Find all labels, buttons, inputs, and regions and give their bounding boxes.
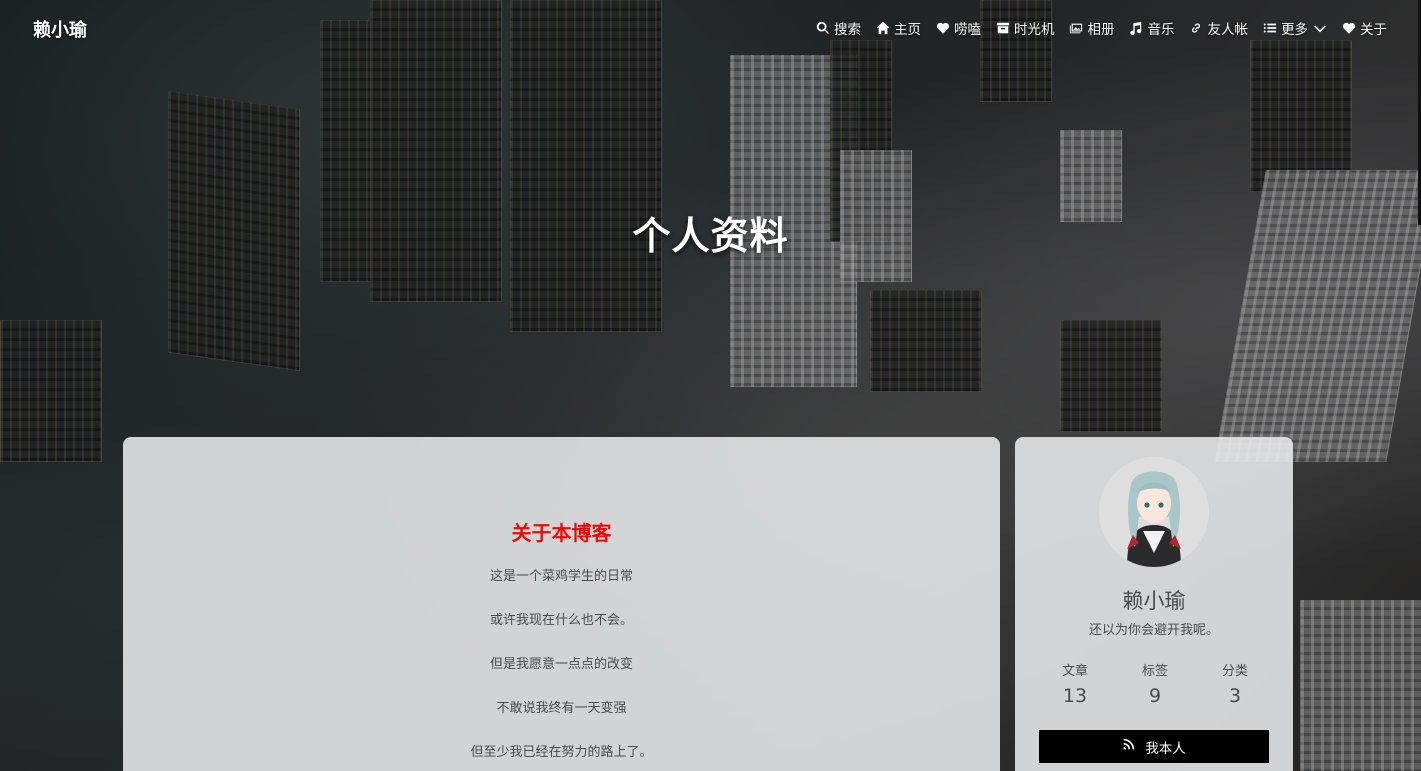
about-card: 关于本博客 这是一个菜鸡学生的日常 或许我现在什么也不会。 但是我愿意一点点的改… xyxy=(123,437,1000,771)
nav-menu: 搜索 主页 唠嗑 时光机 相册 音乐 友人帐 更多 关于 xyxy=(815,18,1387,38)
about-title: 关于本博客 xyxy=(511,521,612,545)
nav-item-search[interactable]: 搜索 xyxy=(815,18,861,38)
nav-item-label: 更多 xyxy=(1281,22,1308,38)
stat-label: 标签 xyxy=(1141,664,1168,679)
nav-item-album[interactable]: 相册 xyxy=(1069,18,1115,38)
stat-value: 9 xyxy=(1148,685,1162,707)
nav-item-home[interactable]: 主页 xyxy=(875,18,921,38)
list-icon xyxy=(1262,21,1277,36)
stat-value: 13 xyxy=(1062,685,1088,707)
avatar[interactable] xyxy=(1099,457,1209,567)
nav-item-label: 音乐 xyxy=(1147,22,1175,38)
nav-item-friends[interactable]: 友人帐 xyxy=(1189,18,1249,38)
about-line: 不敢说我终有一天变强 xyxy=(496,701,627,716)
stat-tags[interactable]: 标签 9 xyxy=(1119,660,1191,707)
page: 赖小瑜 搜索 主页 唠嗑 时光机 相册 音乐 友人帐 更多 关于 个人资料 关于… xyxy=(0,0,1421,771)
page-title: 个人资料 xyxy=(632,214,789,258)
about-line: 但是我愿意一点点的改变 xyxy=(489,657,633,672)
stat-articles[interactable]: 文章 13 xyxy=(1039,660,1111,707)
nav-item-chat[interactable]: 唠嗑 xyxy=(935,18,981,38)
profile-stats: 文章 13 标签 9 分类 3 xyxy=(1039,660,1271,707)
about-text: 这是一个菜鸡学生的日常 或许我现在什么也不会。 但是我愿意一点点的改变 不敢说我… xyxy=(123,568,1000,771)
nav-item-more[interactable]: 更多 xyxy=(1262,18,1327,38)
about-me-button-label: 我本人 xyxy=(1145,740,1186,757)
link-icon xyxy=(1189,21,1204,36)
stat-categories[interactable]: 分类 3 xyxy=(1199,660,1271,707)
nav-item-timemachine[interactable]: 时光机 xyxy=(995,18,1055,38)
profile-card: 赖小瑜 还以为你会避开我呢。 文章 13 标签 9 分类 3 我本人 xyxy=(1015,437,1293,771)
about-line: 或许我现在什么也不会。 xyxy=(489,613,633,628)
heart-icon xyxy=(1341,21,1356,36)
home-icon xyxy=(875,21,890,36)
stat-label: 分类 xyxy=(1221,664,1248,679)
about-line: 但至少我已经在努力的路上了。 xyxy=(470,745,653,760)
nav-item-label: 关于 xyxy=(1360,22,1387,38)
archive-icon xyxy=(995,21,1010,36)
avatar-image xyxy=(1099,457,1209,567)
stat-value: 3 xyxy=(1228,685,1242,707)
site-brand[interactable]: 赖小瑜 xyxy=(33,16,87,42)
nav-item-music[interactable]: 音乐 xyxy=(1129,18,1175,38)
profile-motto: 还以为你会避开我呢。 xyxy=(1088,623,1219,638)
images-icon xyxy=(1069,21,1084,36)
nav-item-label: 唠嗑 xyxy=(954,22,981,38)
nav-item-label: 搜索 xyxy=(834,22,861,38)
nav-item-about[interactable]: 关于 xyxy=(1341,18,1387,38)
chevron-down-icon xyxy=(1312,21,1327,36)
music-icon xyxy=(1129,21,1144,36)
rss-icon xyxy=(1122,738,1135,755)
about-me-button[interactable]: 我本人 xyxy=(1039,730,1269,763)
navbar: 赖小瑜 搜索 主页 唠嗑 时光机 相册 音乐 友人帐 更多 关于 xyxy=(0,0,1421,58)
stat-label: 文章 xyxy=(1061,664,1088,679)
search-icon xyxy=(815,21,830,36)
nav-item-label: 相册 xyxy=(1087,22,1115,38)
nav-item-label: 时光机 xyxy=(1014,22,1055,38)
nav-item-label: 主页 xyxy=(894,22,921,38)
nav-item-label: 友人帐 xyxy=(1207,22,1249,38)
profile-name: 赖小瑜 xyxy=(1122,589,1186,613)
heartbeat-icon xyxy=(935,21,950,36)
about-line: 这是一个菜鸡学生的日常 xyxy=(489,569,633,584)
